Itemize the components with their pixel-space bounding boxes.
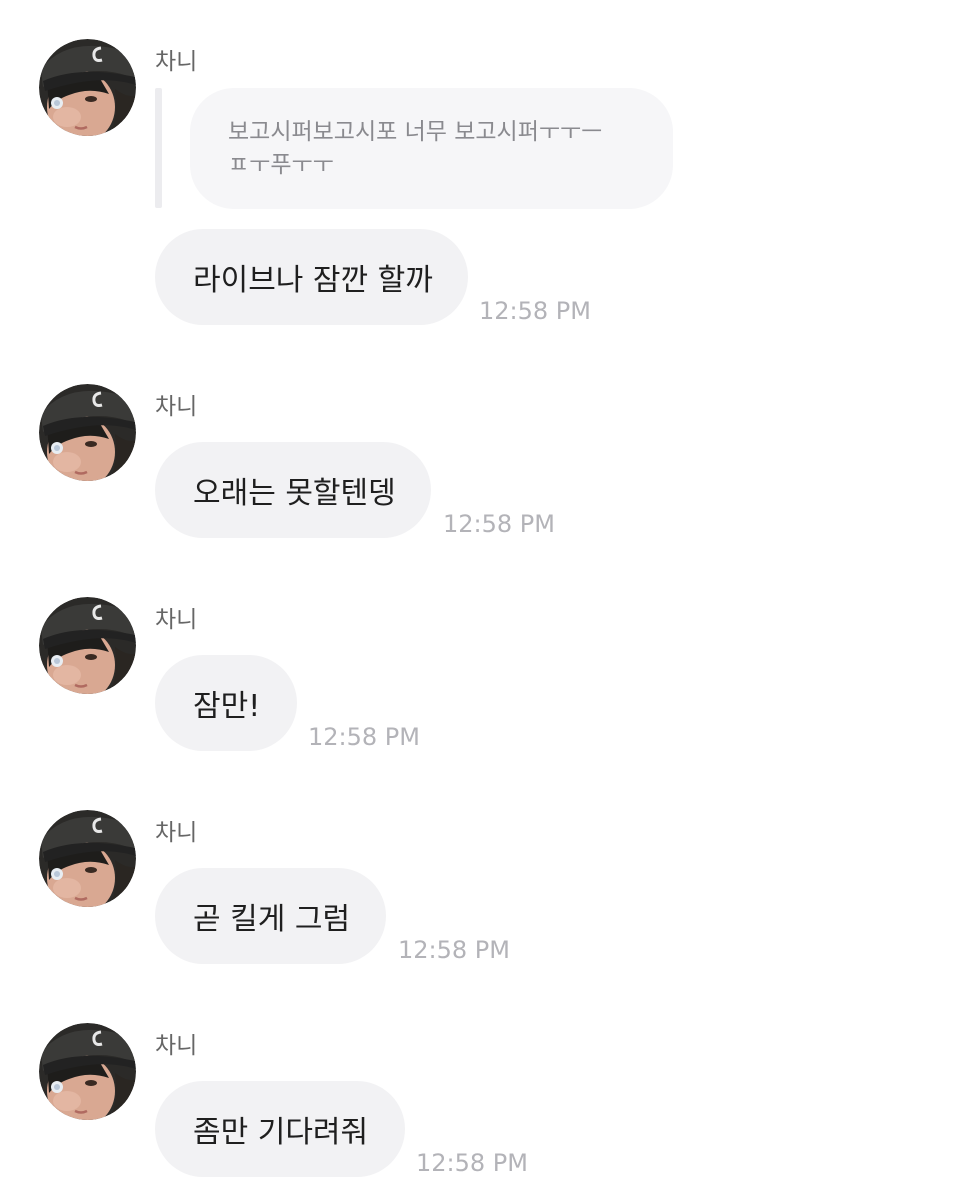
avatar[interactable]	[39, 597, 136, 694]
message-bubble[interactable]: 좀만 기다려줘	[155, 1081, 405, 1177]
avatar[interactable]	[39, 39, 136, 136]
sender-name: 차니	[155, 394, 198, 420]
avatar[interactable]	[39, 384, 136, 481]
sender-name: 차니	[155, 1033, 198, 1059]
profile-photo-icon	[39, 810, 136, 907]
profile-photo-icon	[39, 597, 136, 694]
message-bubble[interactable]: 라이브나 잠깐 할까	[155, 229, 468, 325]
message-bubble[interactable]: 잠만!	[155, 655, 297, 751]
message-bubble[interactable]: 곧 킬게 그럼	[155, 868, 386, 964]
quoted-message[interactable]: 보고시퍼보고시포 너무 보고시퍼ㅜㅜㅡ ㅍㅜ푸ㅜㅜ	[190, 88, 673, 209]
message-timestamp: 12:58 PM	[443, 510, 555, 538]
sender-name: 차니	[155, 607, 198, 633]
sender-name: 차니	[155, 49, 198, 75]
profile-photo-icon	[39, 384, 136, 481]
avatar[interactable]	[39, 810, 136, 907]
quote-bar	[155, 88, 162, 208]
message-timestamp: 12:58 PM	[398, 936, 510, 964]
message-bubble[interactable]: 오래는 못할텐뎅	[155, 442, 431, 538]
profile-photo-icon	[39, 1023, 136, 1120]
message-timestamp: 12:58 PM	[416, 1149, 528, 1177]
message-timestamp: 12:58 PM	[479, 297, 591, 325]
avatar[interactable]	[39, 1023, 136, 1120]
profile-photo-icon	[39, 39, 136, 136]
message-timestamp: 12:58 PM	[308, 723, 420, 751]
sender-name: 차니	[155, 820, 198, 846]
